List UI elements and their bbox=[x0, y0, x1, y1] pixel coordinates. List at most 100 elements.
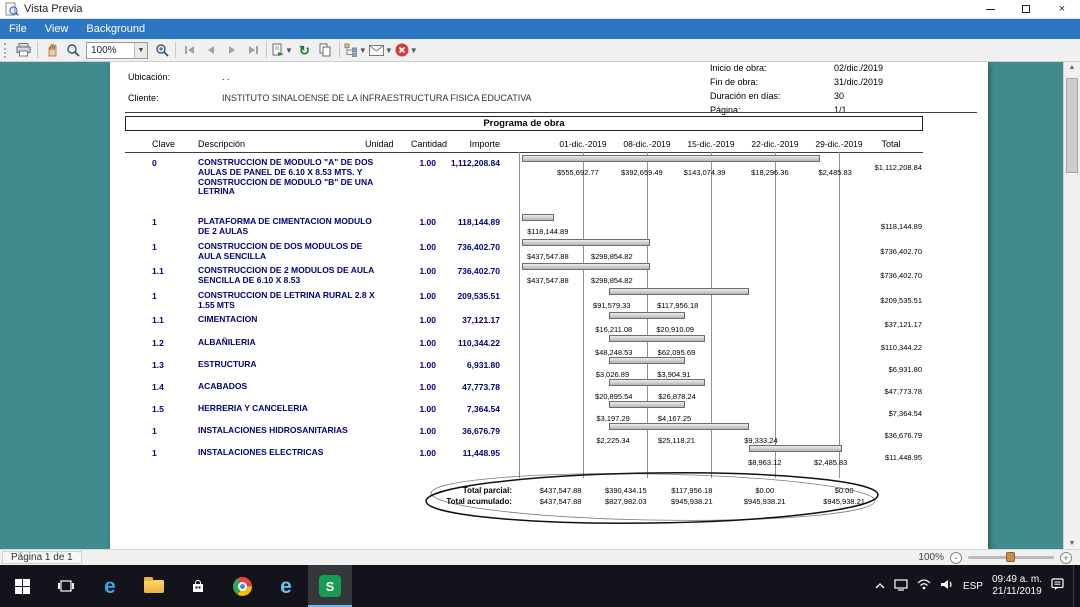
chart-gridline bbox=[583, 152, 584, 478]
row-total: $7,364.54 bbox=[837, 409, 922, 418]
zoom-percent-button[interactable] bbox=[151, 40, 172, 60]
row-importe: 118,144.89 bbox=[424, 217, 500, 227]
chevron-down-icon[interactable]: ▼ bbox=[134, 43, 147, 58]
tray-clock[interactable]: 09:49 a. m. 21/11/2019 bbox=[992, 574, 1042, 598]
row-importe: 736,402.70 bbox=[424, 266, 500, 276]
maximize-button[interactable] bbox=[1008, 0, 1044, 18]
inicio-obra-value: 02/dic./2019 bbox=[834, 63, 883, 73]
scrollbar-thumb[interactable] bbox=[1066, 78, 1078, 173]
window-titlebar: Vista Previa × bbox=[0, 0, 1080, 19]
scroll-down-icon[interactable]: ▼ bbox=[1064, 540, 1080, 547]
refresh-icon: ↻ bbox=[299, 44, 310, 57]
row-description: HERRERIA Y CANCELERIA bbox=[198, 404, 376, 414]
zoom-slider-thumb[interactable] bbox=[1006, 552, 1015, 562]
menu-file[interactable]: File bbox=[0, 19, 36, 39]
week-amount: $298,854.82 bbox=[591, 276, 633, 285]
menu-view[interactable]: View bbox=[36, 19, 78, 39]
email-button[interactable]: ▼ bbox=[368, 40, 394, 60]
taskbar-edge[interactable]: e bbox=[88, 565, 132, 607]
screen: { "window": { "title": "Vista Previa" },… bbox=[0, 0, 1080, 607]
week-amount: $26,878.24 bbox=[658, 392, 696, 401]
chevron-down-icon: ▼ bbox=[385, 46, 393, 55]
close-preview-button[interactable]: ▼ bbox=[394, 40, 419, 60]
next-page-button[interactable] bbox=[221, 40, 242, 60]
first-page-button[interactable] bbox=[179, 40, 200, 60]
zoom-select[interactable]: 100% ▼ bbox=[86, 42, 148, 59]
week-amount: $48,248.53 bbox=[595, 348, 633, 357]
row-description: CONSTRUCCION DE 2 MODULOS DE AULA SENCIL… bbox=[198, 266, 376, 286]
report-page: Ubicación: . . Cliente: INSTITUTO SINALO… bbox=[110, 62, 988, 549]
row-total: $118,144.89 bbox=[837, 222, 922, 231]
row-description: INSTALACIONES ELECTRICAS bbox=[198, 448, 376, 458]
row-clave: 1 bbox=[152, 242, 157, 252]
taskbar-store[interactable] bbox=[176, 565, 220, 607]
week-amount: $25,118.21 bbox=[658, 436, 695, 445]
show-desktop-button[interactable] bbox=[1073, 565, 1078, 607]
column-header-clave: Clave bbox=[152, 139, 175, 149]
row-clave: 1.1 bbox=[152, 315, 164, 325]
total-acumulado-value: $827,982.03 bbox=[605, 497, 647, 506]
week-amount: $298,854.82 bbox=[591, 252, 633, 261]
task-view-button[interactable] bbox=[44, 565, 88, 607]
taskbar-chrome[interactable] bbox=[220, 565, 264, 607]
tray-display-icon[interactable] bbox=[894, 579, 908, 594]
chart-gridline bbox=[839, 152, 840, 478]
last-page-button[interactable] bbox=[242, 40, 263, 60]
previous-page-button[interactable] bbox=[200, 40, 221, 60]
zoom-tool-button[interactable] bbox=[62, 40, 83, 60]
pan-tool-button[interactable] bbox=[41, 40, 62, 60]
total-parcial-value: $117,956.18 bbox=[671, 486, 712, 495]
week-amount: $143,074.39 bbox=[684, 168, 726, 177]
row-clave: 1 bbox=[152, 448, 157, 458]
tray-language[interactable]: ESP bbox=[963, 581, 983, 592]
vertical-scrollbar[interactable]: ▲ ▼ bbox=[1063, 62, 1080, 549]
gantt-bar bbox=[749, 445, 842, 452]
start-button[interactable] bbox=[0, 565, 44, 607]
copy-button[interactable] bbox=[315, 40, 336, 60]
group-tree-icon bbox=[344, 43, 358, 57]
row-importe: 7,364.54 bbox=[424, 404, 500, 414]
tray-network-icon[interactable] bbox=[917, 579, 931, 593]
gantt-bar bbox=[609, 312, 686, 319]
toolbar-grip bbox=[4, 43, 9, 58]
week-amount: $4,167.25 bbox=[658, 414, 691, 423]
column-header-divider bbox=[125, 152, 923, 153]
report-app-icon: S bbox=[319, 575, 341, 597]
week-amount: $91,579.33 bbox=[593, 301, 631, 310]
action-center-icon[interactable] bbox=[1051, 578, 1064, 594]
scroll-up-icon[interactable]: ▲ bbox=[1064, 64, 1080, 71]
row-total: $209,535.51 bbox=[837, 296, 922, 305]
week-amount: $2,485.83 bbox=[814, 458, 847, 467]
tray-volume-icon[interactable] bbox=[940, 579, 954, 593]
row-importe: 736,402.70 bbox=[424, 242, 500, 252]
refresh-button[interactable]: ↻ bbox=[294, 40, 315, 60]
pagina-value: 1/1 bbox=[834, 105, 847, 115]
menu-background[interactable]: Background bbox=[77, 19, 154, 39]
group-tree-button[interactable]: ▼ bbox=[343, 40, 368, 60]
row-clave: 1.3 bbox=[152, 360, 164, 370]
taskbar-file-explorer[interactable] bbox=[132, 565, 176, 607]
zoom-slider[interactable] bbox=[968, 556, 1054, 559]
preview-area: Ubicación: . . Cliente: INSTITUTO SINALO… bbox=[0, 62, 1080, 549]
close-button[interactable]: × bbox=[1044, 0, 1080, 18]
zoom-out-button[interactable]: - bbox=[950, 552, 962, 564]
tray-chevron-up-icon[interactable] bbox=[875, 580, 885, 592]
print-button[interactable] bbox=[13, 40, 34, 60]
taskbar-report-app[interactable]: S bbox=[308, 565, 352, 607]
first-page-icon bbox=[184, 45, 196, 55]
week-amount: $3,904.91 bbox=[657, 370, 690, 379]
row-total: $11,448.95 bbox=[837, 453, 922, 462]
row-description: CIMENTACION bbox=[198, 315, 376, 325]
row-clave: 1 bbox=[152, 291, 157, 301]
week-amount: $437,547.88 bbox=[527, 252, 569, 261]
row-importe: 36,676.79 bbox=[424, 426, 500, 436]
week-amount: $117,956.18 bbox=[657, 301, 698, 310]
zoom-in-button[interactable]: + bbox=[1060, 552, 1072, 564]
windows-logo-icon bbox=[15, 579, 30, 594]
export-button[interactable]: ▼ bbox=[270, 40, 294, 60]
row-description: ALBAÑILERIA bbox=[198, 338, 376, 348]
chrome-icon bbox=[233, 577, 252, 596]
taskbar-internet-explorer[interactable]: e bbox=[264, 565, 308, 607]
row-total: $6,931.80 bbox=[837, 365, 922, 374]
minimize-button[interactable] bbox=[972, 0, 1008, 18]
